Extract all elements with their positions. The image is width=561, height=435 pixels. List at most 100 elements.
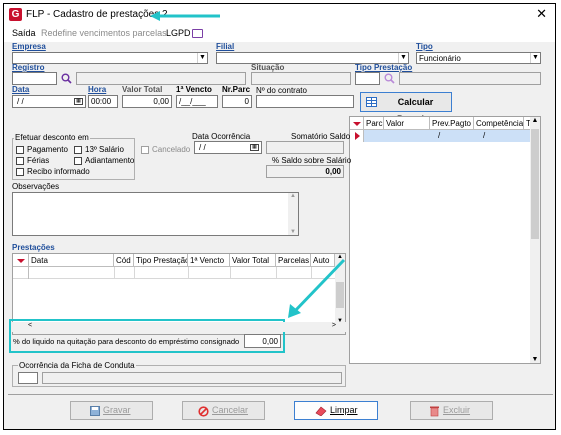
row-competencia: / <box>483 131 486 140</box>
scroll-left-icon[interactable]: < <box>28 322 32 329</box>
save-icon <box>90 406 100 416</box>
tipo-select[interactable]: Funcionário ▼ <box>416 52 541 64</box>
app-logo-icon: G <box>9 8 22 21</box>
hora-value: 00:00 <box>91 97 112 106</box>
adiantamento-checkbox[interactable] <box>74 157 82 165</box>
hora-input[interactable]: 00:00 <box>88 95 118 108</box>
tipo-value: Funcionário <box>419 54 461 63</box>
menu-redefine-vencimentos[interactable]: Redefine vencimentos parcelas <box>41 28 167 38</box>
window-title: FLP - Cadastro de prestações 2 <box>26 9 168 20</box>
limpar-label: Limpar <box>330 405 358 415</box>
adiantamento-label: Adiantamento <box>85 156 135 165</box>
registro-input[interactable] <box>12 72 57 85</box>
desconto-legend: Efetuar desconto em <box>14 133 90 142</box>
calendar-icon[interactable]: ▦ <box>74 98 83 105</box>
scroll-thumb[interactable] <box>531 129 539 239</box>
col-cod[interactable]: Cód <box>114 254 134 267</box>
row-prev-pagto: / <box>438 131 441 140</box>
cancel-icon <box>198 406 209 417</box>
table-row[interactable]: / / <box>350 130 532 142</box>
calcular-parcelas-button[interactable]: Calcular Parcelas <box>360 92 452 124</box>
title-bar: G FLP - Cadastro de prestações 2 ✕ <box>4 4 555 26</box>
cancelar-button[interactable]: Cancelar <box>182 401 265 420</box>
excluir-label: Excluir <box>443 405 471 415</box>
parcelas-vscrollbar[interactable]: ▲ ▼ <box>530 117 540 363</box>
scroll-down-icon[interactable]: ▼ <box>530 356 540 363</box>
pct-saldo-label: % Saldo sobre Salário <box>272 156 352 165</box>
data-value: / / <box>17 97 24 106</box>
ocorrencia-display <box>42 372 342 384</box>
somatorio-label: Somatório Saldo <box>291 132 351 141</box>
tipo-prestacao-display <box>399 72 541 85</box>
chevron-down-icon: ▼ <box>530 53 540 63</box>
col-competencia[interactable]: Competência <box>474 117 524 130</box>
calendar-icon[interactable]: ▦ <box>250 144 259 151</box>
nr-contrato-input[interactable] <box>256 95 354 108</box>
primeiro-vencto-input[interactable]: /__/___ <box>176 95 218 108</box>
registro-name-display <box>76 72 246 85</box>
menu-bar: Saída Redefine vencimentos parcelas LGPD <box>4 26 555 42</box>
nr-parc-label: Nr.Parc <box>222 85 251 94</box>
recibo-checkbox[interactable] <box>16 168 24 176</box>
data-ocorrencia-label: Data Ocorrência <box>192 132 251 141</box>
valor-total-input[interactable]: 0,00 <box>122 95 172 108</box>
col-valor-total[interactable]: Valor Total <box>230 254 276 267</box>
col-primeiro-vencto[interactable]: 1ª Vencto <box>188 254 230 267</box>
situacao-display <box>251 72 351 85</box>
filial-label: Filial <box>216 42 235 51</box>
scroll-up-icon[interactable]: ▲ <box>530 117 540 124</box>
dropdown-arrow-icon <box>353 122 361 126</box>
cancelado-label: Cancelado <box>152 145 191 154</box>
ferias-label: Férias <box>27 156 50 165</box>
col-valor[interactable]: Valor <box>384 117 430 130</box>
col-parc[interactable]: Parc <box>364 117 384 130</box>
data-ocorrencia-value: / / <box>199 143 206 152</box>
parcelas-grid-header: Parc Valor Prev.Pagto Competência Ti <box>350 117 532 130</box>
col-data[interactable]: Data <box>29 254 114 267</box>
hora-label: Hora <box>88 85 107 94</box>
pagamento-checkbox[interactable] <box>16 146 24 154</box>
data-ocorrencia-input[interactable]: / / ▦ <box>194 141 262 154</box>
chevron-down-icon: ▼ <box>197 53 207 63</box>
gravar-label: Gravar <box>103 405 131 415</box>
valor-total-value: 0,00 <box>153 97 169 106</box>
grid-menu-cell[interactable] <box>13 254 29 267</box>
empresa-label: Empresa <box>12 42 46 51</box>
pagamento-label: Pagamento <box>27 145 68 154</box>
observacoes-textarea[interactable]: ▲ ▼ <box>12 192 299 236</box>
pct-liquido-input[interactable]: 0,00 <box>244 334 281 348</box>
menu-lgpd[interactable]: LGPD <box>166 28 191 38</box>
chevron-down-icon: ▼ <box>398 53 408 63</box>
tipo-prestacao-input[interactable] <box>355 72 380 85</box>
valor-total-label: Valor Total <box>122 85 163 94</box>
menu-saida[interactable]: Saída <box>12 28 36 38</box>
cancelado-checkbox[interactable] <box>141 146 149 154</box>
col-tipo-prestacao[interactable]: Tipo Prestação <box>134 254 188 267</box>
table-icon <box>366 97 377 107</box>
lgpd-monitor-icon[interactable] <box>192 29 203 38</box>
close-button[interactable]: ✕ <box>536 6 547 22</box>
excluir-button[interactable]: Excluir <box>410 401 493 420</box>
grid-menu-cell[interactable] <box>350 117 364 130</box>
limpar-button[interactable]: Limpar <box>294 401 378 420</box>
gravar-button[interactable]: Gravar <box>70 401 153 420</box>
scroll-up-icon[interactable]: ▲ <box>288 193 298 199</box>
scroll-down-icon[interactable]: ▼ <box>288 229 298 235</box>
primeiro-vencto-value: /__/___ <box>179 97 206 106</box>
data-input[interactable]: / / ▦ <box>12 95 86 108</box>
decimo-checkbox[interactable] <box>74 146 82 154</box>
ocorrencia-code-input[interactable] <box>18 372 38 384</box>
nr-parc-input[interactable]: 0 <box>222 95 252 108</box>
observacoes-scrollbar[interactable]: ▲ ▼ <box>288 193 298 235</box>
liquido-hscrollbar[interactable]: < > <box>12 322 346 332</box>
scroll-right-icon[interactable]: > <box>332 322 336 329</box>
pct-liquido-value: 0,00 <box>262 337 278 346</box>
dropdown-arrow-icon <box>17 259 25 263</box>
nr-contrato-label: Nº do contrato <box>256 86 307 95</box>
annotation-arrow-icon <box>150 11 220 21</box>
search-icon[interactable] <box>384 73 395 84</box>
ferias-checkbox[interactable] <box>16 157 24 165</box>
search-icon[interactable] <box>61 73 72 84</box>
col-prev-pagto[interactable]: Prev.Pagto <box>430 117 474 130</box>
pct-saldo-value: 0,00 <box>325 167 341 176</box>
